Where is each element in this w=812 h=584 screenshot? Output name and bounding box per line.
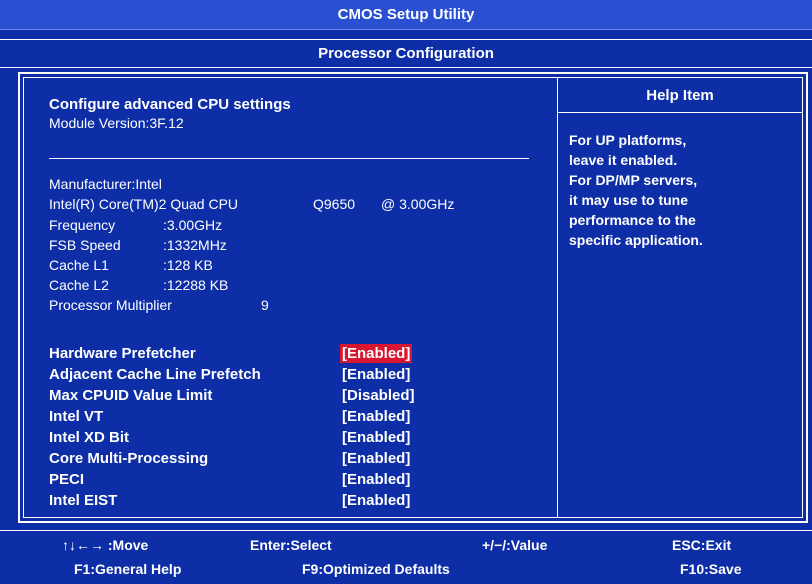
help-line: specific application. (569, 232, 703, 248)
option-max-cpuid-value-limit[interactable]: Max CPUID Value Limit [Disabled] (49, 386, 569, 405)
key-f1: F1:General Help (74, 561, 182, 577)
option-label: Hardware Prefetcher (49, 345, 196, 362)
key-f10: F10:Save (680, 561, 742, 577)
manufacturer: Manufacturer:Intel (49, 176, 162, 192)
option-intel-vt[interactable]: Intel VT [Enabled] (49, 407, 569, 426)
app-title: CMOS Setup Utility (337, 6, 475, 23)
option-intel-xd-bit[interactable]: Intel XD Bit [Enabled] (49, 428, 569, 447)
info-value-l2: :12288 KB (163, 277, 229, 293)
option-peci[interactable]: PECI [Enabled] (49, 470, 569, 489)
cpu-name: Intel(R) Core(TM)2 Quad CPU (49, 196, 239, 212)
info-value-frequency: :3.00GHz (163, 217, 223, 233)
option-value-selected[interactable]: [Enabled] (340, 344, 413, 363)
help-header: Help Item (558, 78, 802, 113)
help-title: Help Item (646, 86, 714, 104)
info-label-l1: Cache L1 (49, 257, 109, 273)
option-value[interactable]: [Enabled] (340, 428, 412, 447)
info-label-frequency: Frequency (49, 217, 116, 233)
info-label-fsb: FSB Speed (49, 237, 121, 253)
key-value: +/−/:Value (482, 537, 548, 553)
option-value[interactable]: [Enabled] (340, 407, 412, 426)
key-move: ↑↓←→ :Move (62, 537, 149, 553)
title-bar: CMOS Setup Utility (0, 0, 812, 30)
help-line: leave it enabled. (569, 152, 678, 168)
key-f9: F9:Optimized Defaults (302, 561, 450, 577)
info-value-l1: :128 KB (163, 257, 213, 273)
option-value[interactable]: [Enabled] (340, 491, 412, 510)
option-value[interactable]: [Disabled] (340, 386, 417, 405)
option-value[interactable]: [Enabled] (340, 449, 412, 468)
help-line: For DP/MP servers, (569, 172, 698, 188)
section-heading: Configure advanced CPU settings (49, 96, 291, 113)
option-label: Intel EIST (49, 492, 118, 509)
main-panel: Help Item For UP platforms, leave it ena… (18, 72, 808, 523)
panel-inner: Help Item For UP platforms, leave it ena… (23, 77, 803, 518)
help-text: For UP platforms, leave it enabled. For … (569, 130, 789, 250)
cpu-speed: @ 3.00GHz (381, 196, 455, 212)
settings-panel: Configure advanced CPU settings Module V… (49, 95, 549, 509)
cpu-model: Q9650 (313, 196, 356, 212)
page-title: Processor Configuration (318, 45, 494, 62)
help-line: it may use to tune (569, 192, 689, 208)
page-title-bar: Processor Configuration (0, 39, 812, 68)
help-line: performance to the (569, 212, 696, 228)
option-core-multi-processing[interactable]: Core Multi-Processing [Enabled] (49, 449, 569, 468)
info-value-fsb: :1332MHz (163, 237, 227, 253)
option-label: Core Multi-Processing (49, 450, 209, 467)
option-label: Adjacent Cache Line Prefetch (49, 366, 261, 383)
info-value-multiplier: 9 (261, 297, 269, 313)
key-esc: ESC:Exit (672, 537, 732, 553)
section-rule (49, 158, 529, 159)
key-help-footer: ↑↓←→ :Move Enter:Select +/−/:Value ESC:E… (0, 530, 812, 584)
module-version: Module Version:3F.12 (49, 115, 184, 131)
option-label: Intel VT (49, 408, 104, 425)
info-label-l2: Cache L2 (49, 277, 109, 293)
help-line: For UP platforms, (569, 132, 687, 148)
option-hardware-prefetcher[interactable]: Hardware Prefetcher [Enabled] (49, 344, 569, 363)
option-label: Max CPUID Value Limit (49, 387, 213, 404)
key-enter: Enter:Select (250, 537, 332, 553)
option-intel-eist[interactable]: Intel EIST [Enabled] (49, 491, 569, 510)
option-value[interactable]: [Enabled] (340, 470, 412, 489)
info-label-multiplier: Processor Multiplier (49, 297, 172, 313)
option-label: PECI (49, 471, 85, 488)
option-value[interactable]: [Enabled] (340, 365, 412, 384)
option-label: Intel XD Bit (49, 429, 130, 446)
option-adjacent-cache-line-prefetch[interactable]: Adjacent Cache Line Prefetch [Enabled] (49, 365, 569, 384)
